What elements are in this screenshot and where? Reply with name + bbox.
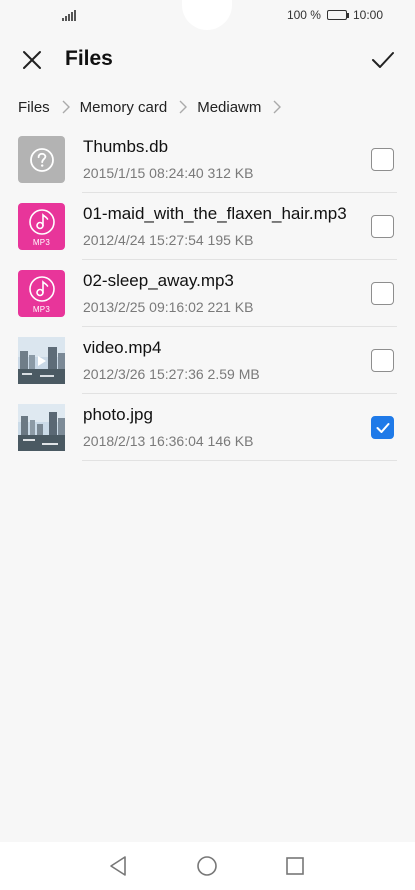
file-meta: 2012/3/26 15:27:36 2.59 MB (83, 366, 260, 382)
music-note-icon (28, 209, 55, 235)
file-row[interactable]: Thumbs.db 2015/1/15 08:24:40 312 KB (0, 126, 415, 193)
file-name: video.mp4 (83, 338, 162, 357)
breadcrumb-files[interactable]: Files (18, 99, 50, 116)
file-meta: 2018/2/13 16:36:04 146 KB (83, 433, 254, 449)
battery-percent: 100 % (286, 8, 321, 22)
close-icon (23, 51, 41, 69)
file-name: 01-maid_with_the_flaxen_hair.mp3 (83, 204, 347, 223)
divider (82, 460, 397, 461)
file-meta: 2015/1/15 08:24:40 312 KB (83, 165, 254, 181)
battery-icon (326, 10, 349, 20)
file-checkbox[interactable] (371, 349, 394, 372)
music-file-icon: MP3 (18, 203, 65, 250)
mp3-badge: MP3 (32, 238, 51, 247)
breadcrumb-memory-card[interactable]: Memory card (80, 99, 168, 116)
chevron-right-icon (62, 100, 70, 114)
file-meta: 2012/4/24 15:27:54 195 KB (83, 232, 254, 248)
chevron-right-icon (179, 100, 188, 114)
music-note-icon (28, 276, 55, 302)
close-button[interactable] (14, 42, 50, 78)
signal-icon (62, 9, 76, 21)
file-name: Thumbs.db (83, 137, 169, 156)
music-file-icon: MP3 (18, 270, 65, 317)
breadcrumb: Files Memory card Mediawm (18, 95, 291, 119)
home-button[interactable] (193, 852, 221, 880)
back-button[interactable] (104, 852, 132, 880)
back-icon (110, 856, 126, 876)
file-name: 02-sleep_away.mp3 (83, 271, 234, 290)
file-row[interactable]: MP3 02-sleep_away.mp3 2013/2/25 09:16:02… (0, 260, 415, 327)
page-title: Files (65, 47, 113, 70)
recents-icon (286, 857, 304, 875)
app-bar: Files (0, 32, 415, 88)
file-meta: 2013/2/25 09:16:02 221 KB (83, 299, 254, 315)
clock: 10:00 (352, 8, 383, 22)
breadcrumb-mediawm[interactable]: Mediawm (197, 99, 261, 116)
video-thumbnail (18, 337, 65, 384)
camera-notch (182, 0, 232, 30)
chevron-right-icon (273, 100, 282, 114)
file-row[interactable]: photo.jpg 2018/2/13 16:36:04 146 KB (0, 394, 415, 461)
phone-screen: 100 % 10:00 Files Files Memory card Medi… (0, 0, 415, 890)
status-bar: 100 % 10:00 (0, 0, 415, 32)
unknown-file-icon (18, 136, 65, 183)
status-right: 100 % 10:00 (287, 8, 383, 22)
photo-thumbnail (18, 404, 65, 451)
mp3-badge: MP3 (32, 305, 51, 314)
checkmark-icon (372, 52, 394, 68)
home-icon (197, 856, 217, 876)
file-checkbox[interactable] (371, 148, 394, 171)
file-checkbox[interactable] (371, 282, 394, 305)
file-checkbox-checked[interactable] (371, 416, 394, 439)
file-row[interactable]: video.mp4 2012/3/26 15:27:36 2.59 MB (0, 327, 415, 394)
file-list: Thumbs.db 2015/1/15 08:24:40 312 KB MP3 … (0, 126, 415, 461)
navigation-bar (0, 842, 415, 890)
recents-button[interactable] (281, 852, 309, 880)
confirm-button[interactable] (365, 42, 401, 78)
file-row[interactable]: MP3 01-maid_with_the_flaxen_hair.mp3 201… (0, 193, 415, 260)
file-checkbox[interactable] (371, 215, 394, 238)
checkmark-icon (376, 422, 389, 433)
file-name: photo.jpg (83, 405, 153, 424)
